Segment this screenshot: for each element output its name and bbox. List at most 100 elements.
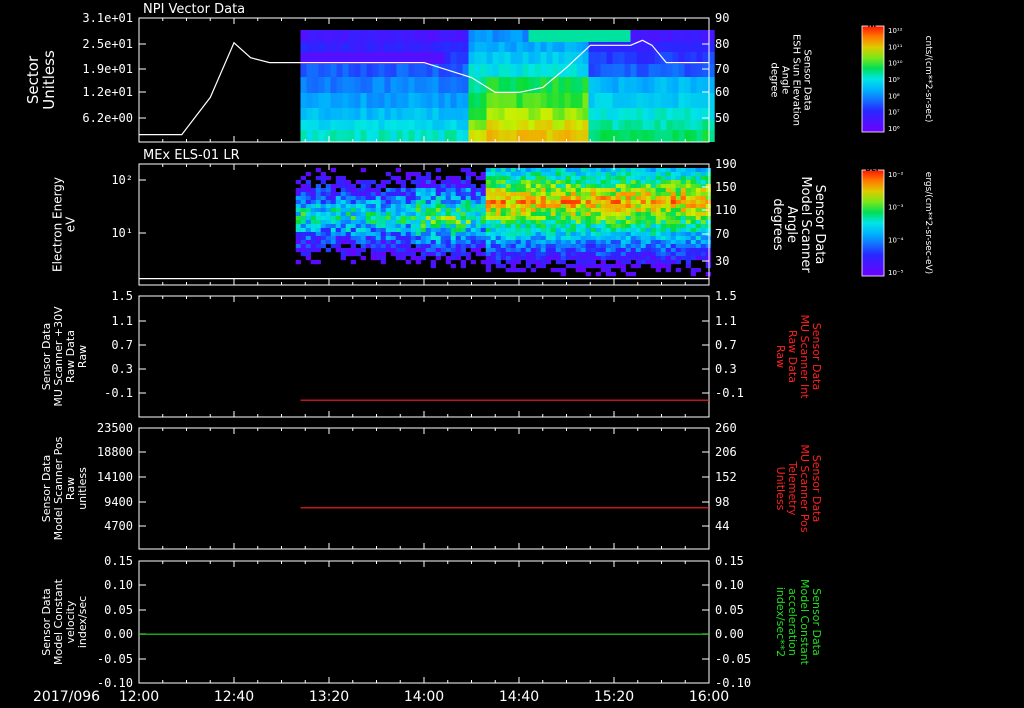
spectrogram-cell [630,188,636,193]
spectrogram-cell [498,93,505,108]
spectrogram-cell [390,130,397,142]
y-tick-label-left: 1.1 [111,314,133,328]
spectrogram-cell [620,240,626,245]
spectrogram-cell [696,120,703,130]
spectrogram-cell [612,93,619,108]
spectrogram-cell [410,256,416,261]
spectrogram-cell [460,236,466,241]
spectrogram-cell [335,236,341,241]
spectrogram-cell [335,192,341,197]
spectrogram-cell [495,176,501,181]
spectrogram-cell [438,93,445,108]
spectrogram-cell [440,184,446,189]
spectrogram-cell [530,172,536,177]
spectrogram-cell [695,200,701,205]
spectrogram-cell [580,220,586,225]
spectrogram-cell [625,184,631,189]
spectrogram-cell [645,244,651,249]
spectrogram-cell [690,236,696,241]
colorbar-tick-label: 10⁻⁵ [888,269,904,277]
spectrogram-cell [670,180,676,185]
spectrogram-cell [305,180,311,185]
spectrogram-cell [640,208,646,213]
spectrogram-cell [625,236,631,241]
spectrogram-cell [525,180,531,185]
spectrogram-cell [696,108,703,120]
spectrogram-cell [654,64,661,77]
spectrogram-cell [410,212,416,217]
spectrogram-cell [606,42,613,52]
spectrogram-cell [665,212,671,217]
panel-frame [138,560,710,684]
spectrogram-cell [520,248,526,253]
spectrogram-cell [600,216,606,221]
spectrogram-cell [340,216,346,221]
spectrogram-cell [605,244,611,249]
spectrogram-cell [690,120,697,130]
spectrogram-cell [552,30,559,42]
spectrogram-cell [396,64,403,77]
spectrogram-cell [465,244,471,249]
spectrogram-cell [675,184,681,189]
spectrogram-cell [540,224,546,229]
spectrogram-cell [625,188,631,193]
spectrogram-cell [310,260,316,265]
spectrogram-cell [605,264,611,269]
spectrogram-cell [575,176,581,181]
x-tick-label: 12:40 [214,689,254,705]
spectrogram-cell [430,200,436,205]
spectrogram-cell [380,260,386,265]
spectrogram-cell [420,108,427,120]
spectrogram-cell [645,196,651,201]
spectrogram-cell [575,260,581,265]
spectrogram-cell [635,172,641,177]
spectrogram-cell [590,224,596,229]
spectrogram-cell [660,108,667,120]
spectrogram-cell [490,236,496,241]
spectrogram-cell [380,244,386,249]
spectrogram-cell [540,52,547,64]
spectrogram-cell [490,188,496,193]
spectrogram-cell [660,224,666,229]
spectrogram-cell [528,120,535,130]
spectrogram-cell [425,224,431,229]
spectrogram-cell [705,172,711,177]
spectrogram-cell [312,120,319,130]
spectrogram-cell [505,240,511,245]
spectrogram-cell [324,130,331,142]
spectrogram-cell [500,212,506,217]
spectrogram-cell [375,196,381,201]
spectrogram-cell [396,108,403,120]
spectrogram-cell [474,64,481,77]
spectrogram-cell [590,168,596,173]
spectrogram-cell [340,232,346,237]
spectrogram-cell [350,200,356,205]
spectrogram-cell [470,212,476,217]
spectrogram-cell [385,248,391,253]
spectrogram-cell [666,77,673,93]
spectrogram-cell [450,228,456,233]
spectrogram-cell [318,93,325,108]
spectrogram-cell [575,180,581,185]
spectrogram-cell [365,196,371,201]
spectrogram-cell [700,212,706,217]
spectrogram-cell [680,240,686,245]
spectrogram-cell [315,216,321,221]
spectrogram-cell [395,192,401,197]
spectrogram-cell [495,256,501,261]
spectrogram-cell [450,77,457,93]
spectrogram-cell [402,93,409,108]
spectrogram-cell [528,108,535,120]
spectrogram-cell [435,244,441,249]
spectrogram-cell [300,64,307,77]
spectrogram-cell [690,184,696,189]
spectrogram-cell [615,236,621,241]
spectrogram-cell [505,172,511,177]
spectrogram-cell [580,256,586,261]
spectrogram-cell [665,176,671,181]
spectrogram-cell [522,130,529,142]
spectrogram-cell [695,248,701,253]
spectrogram-cell [330,240,336,245]
spectrogram-cell [505,228,511,233]
spectrogram-cell [552,52,559,64]
